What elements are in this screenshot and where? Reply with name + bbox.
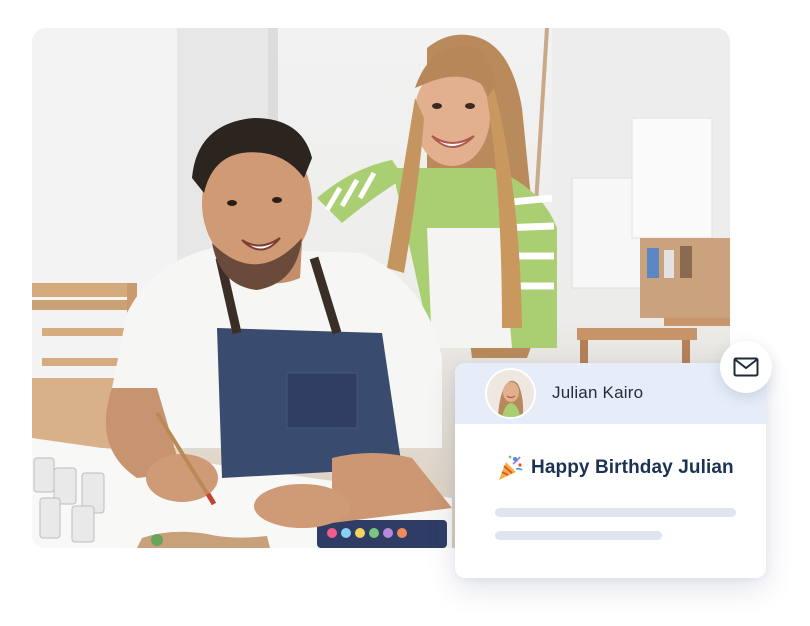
birthday-message: Happy Birthday Julian bbox=[495, 453, 734, 483]
party-popper-icon bbox=[499, 455, 523, 480]
recipient-name: Julian Kairo bbox=[552, 383, 644, 402]
birthday-card[interactable]: Julian Kairo Happy Birthday Julian bbox=[455, 363, 766, 578]
envelope-icon bbox=[733, 357, 759, 377]
mail-button[interactable] bbox=[720, 341, 772, 393]
placeholder-line bbox=[495, 508, 736, 517]
placeholder-line bbox=[495, 531, 662, 540]
message-text: Happy Birthday Julian bbox=[531, 457, 734, 478]
avatar bbox=[487, 370, 534, 417]
card-header: Julian Kairo bbox=[455, 363, 766, 424]
